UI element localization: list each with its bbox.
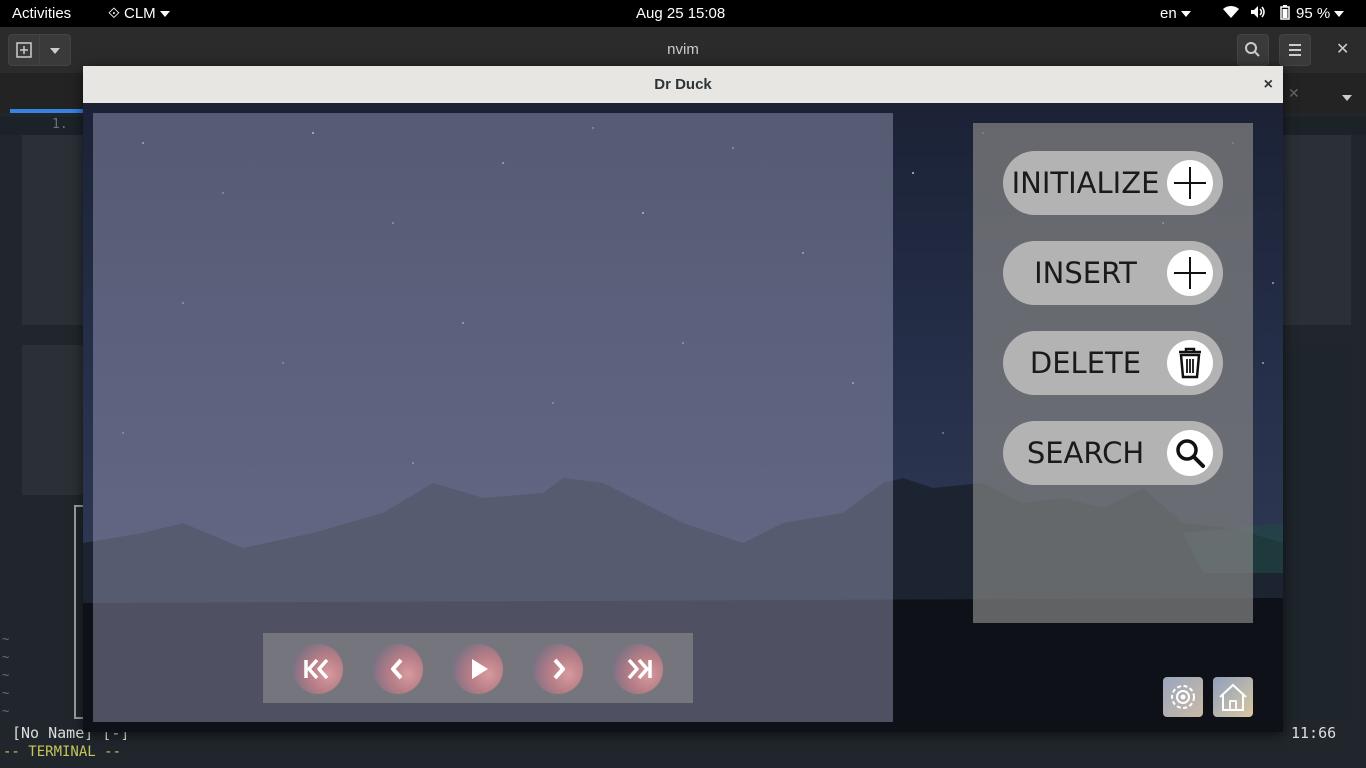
insert-button[interactable]: INSERT [1003,241,1223,305]
settings-button[interactable] [1163,677,1203,717]
previous-button[interactable] [373,644,423,694]
delete-label: DELETE [1029,346,1142,380]
skip-to-end-button[interactable] [613,644,663,694]
initialize-label: INITIALIZE [1011,166,1160,200]
keyboard-layout[interactable]: en [1160,5,1191,22]
cursor-position: 11:66 [1291,724,1337,742]
volume-icon[interactable] [1250,5,1266,23]
terminal-search-button[interactable] [1237,34,1269,66]
insert-label: INSERT [1034,256,1137,290]
search-icon [1167,430,1213,476]
chevron-down-icon [1180,11,1191,18]
home-button[interactable] [1213,677,1253,717]
nvim-split-right-lower [1283,345,1351,720]
nvim-split-left [22,135,86,325]
app-menu[interactable]: ⟐ CLM [108,5,170,22]
app-menu-label: CLM [124,5,156,22]
terminal-title: nvim [667,41,699,58]
empty-line-marker: ~ [2,704,10,718]
line-number: 1. [52,117,68,132]
empty-line-marker: ~ [2,650,10,664]
top-bar: Activities ⟐ CLM Aug 25 15:08 en 95 % [0,0,1366,27]
activities-button[interactable]: Activities [12,5,71,22]
window-title: Dr Duck [654,76,712,93]
battery-icon[interactable] [1280,5,1290,24]
playback-controls [263,633,693,703]
battery-percent[interactable]: 95 % [1296,5,1345,22]
skip-to-end-icon [627,658,652,680]
battery-percent-label: 95 % [1296,5,1331,22]
chevron-down-icon [159,11,170,18]
search-label: SEARCH [1026,436,1145,470]
delete-button[interactable]: DELETE [1003,331,1223,395]
play-button[interactable] [453,644,503,694]
visualization-canvas[interactable] [93,113,893,722]
plus-icon [1167,160,1213,206]
next-icon [553,658,565,680]
tabs-overflow-button[interactable] [1338,89,1352,107]
nvim-split-right [1283,135,1351,325]
trash-icon [1167,340,1213,386]
keyboard-layout-label: en [1160,5,1177,22]
tab-close-icon[interactable]: ✕ [1288,85,1300,102]
skip-to-start-button[interactable] [293,644,343,694]
clock[interactable]: Aug 25 15:08 [636,5,725,22]
play-icon [472,659,488,679]
empty-line-marker: ~ [2,668,10,682]
previous-icon [391,658,403,680]
chevron-down-icon [1334,11,1345,18]
window-close-button[interactable]: × [1264,66,1273,103]
terminal-mode: -- TERMINAL -- [3,744,122,760]
terminal-menu-button[interactable] [1279,34,1311,66]
plus-icon [1167,250,1213,296]
window-titlebar[interactable]: Dr Duck × [83,66,1283,104]
initialize-button[interactable]: INITIALIZE [1003,151,1223,215]
empty-line-marker: ~ [2,686,10,700]
operations-panel: INITIALIZE INSERT DELETE SEARCH [973,123,1253,623]
app-menu-icon: ⟐ [108,5,120,22]
empty-line-marker: ~ [2,632,10,646]
skip-to-start-icon [304,658,329,680]
wifi-icon[interactable] [1222,5,1240,23]
app-window: Dr Duck × INITIALIZE INSERT DELETE SEARC… [83,66,1283,732]
chevron-down-icon [1342,94,1352,101]
gear-icon [1171,685,1195,709]
search-button[interactable]: SEARCH [1003,421,1223,485]
home-icon [1219,683,1247,711]
next-button[interactable] [533,644,583,694]
nvim-split-left-lower [22,345,86,495]
terminal-close-button[interactable]: ✕ [1336,39,1349,59]
